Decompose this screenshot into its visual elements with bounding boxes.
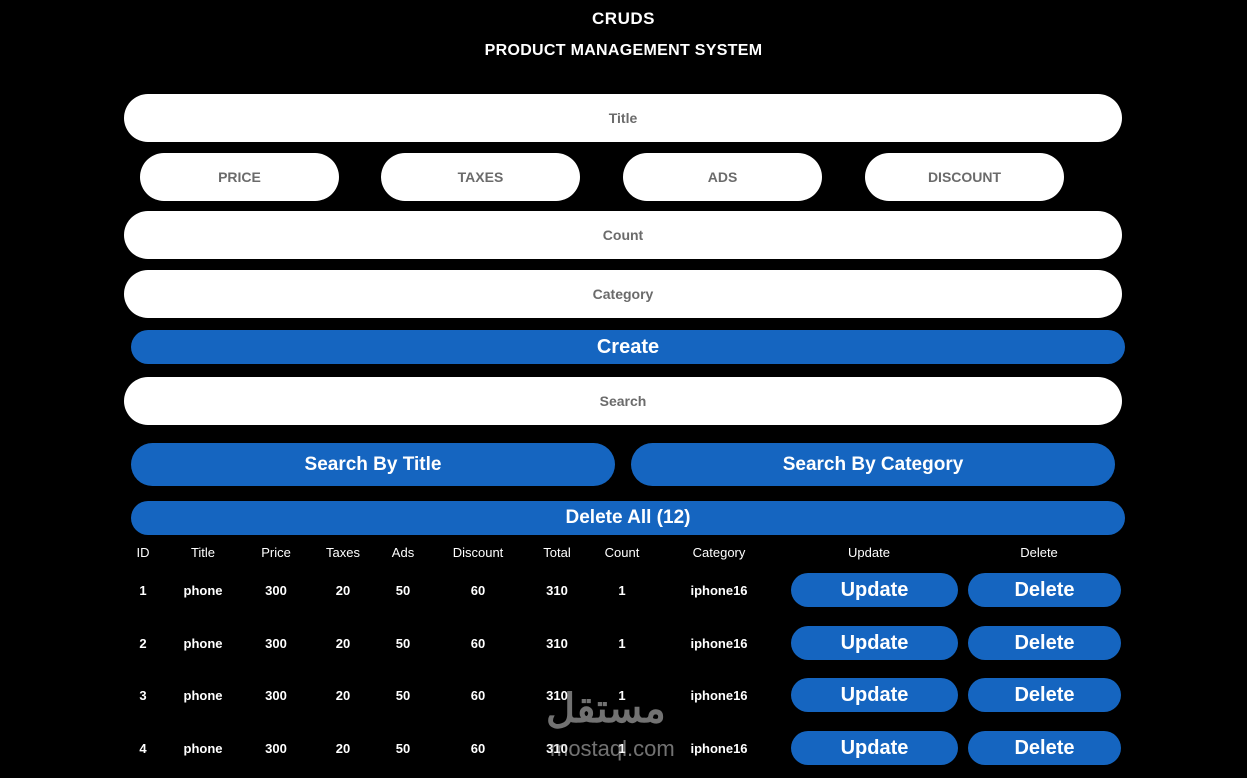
cell-ads: 50 [395,741,411,756]
cell-price: 300 [265,636,287,651]
price-input[interactable] [140,153,339,201]
cell-discount: 60 [470,636,486,651]
table-row: 4 phone 300 20 50 60 310 1 iphone16 Upda… [0,731,1247,767]
cell-category: iphone16 [690,688,748,703]
update-button[interactable]: Update [791,573,958,607]
delete-all-button[interactable]: Delete All (12) [131,501,1125,535]
cell-id: 4 [139,741,147,756]
ads-input[interactable] [623,153,822,201]
search-input[interactable] [124,377,1122,425]
cell-discount: 60 [470,583,486,598]
header-title: Title [190,545,216,560]
table-row: 2 phone 300 20 50 60 310 1 iphone16 Upda… [0,626,1247,662]
page: CRUDS PRODUCT MANAGEMENT SYSTEM Create S… [0,0,1247,778]
cell-taxes: 20 [335,636,351,651]
cell-id: 1 [139,583,147,598]
cell-title: phone [183,688,223,703]
delete-button[interactable]: Delete [968,626,1121,660]
cell-discount: 60 [470,741,486,756]
cell-total: 310 [546,741,568,756]
cell-category: iphone16 [690,741,748,756]
cell-taxes: 20 [335,583,351,598]
cell-ads: 50 [395,636,411,651]
cell-ads: 50 [395,688,411,703]
delete-button[interactable]: Delete [968,678,1121,712]
cell-id: 3 [139,688,147,703]
app-subtitle: PRODUCT MANAGEMENT SYSTEM [484,42,763,59]
cell-discount: 60 [470,688,486,703]
cell-count: 1 [618,583,626,598]
cell-count: 1 [618,688,626,703]
search-by-category-button[interactable]: Search By Category [631,443,1115,486]
delete-button[interactable]: Delete [968,573,1121,607]
header-count: Count [604,545,640,560]
cell-category: iphone16 [690,636,748,651]
cell-price: 300 [265,688,287,703]
cell-price: 300 [265,741,287,756]
header-update: Update [848,545,890,560]
cell-price: 300 [265,583,287,598]
header-total: Total [543,545,571,560]
update-button[interactable]: Update [791,731,958,765]
header-discount: Discount [452,545,504,560]
category-input[interactable] [124,270,1122,318]
header-price: Price [261,545,291,560]
cell-total: 310 [546,583,568,598]
title-input[interactable] [124,94,1122,142]
cell-ads: 50 [395,583,411,598]
search-by-title-button[interactable]: Search By Title [131,443,615,486]
cell-count: 1 [618,741,626,756]
update-button[interactable]: Update [791,626,958,660]
header-ads: Ads [391,545,415,560]
create-button[interactable]: Create [131,330,1125,364]
cell-count: 1 [618,636,626,651]
cell-category: iphone16 [690,583,748,598]
taxes-input[interactable] [381,153,580,201]
cell-id: 2 [139,636,147,651]
header-delete: Delete [1020,545,1058,560]
cell-title: phone [183,636,223,651]
header-id: ID [136,545,150,560]
table-header: ID Title Price Taxes Ads Discount Total … [0,545,1247,563]
header-category: Category [692,545,746,560]
delete-button[interactable]: Delete [968,731,1121,765]
cell-taxes: 20 [335,688,351,703]
header-taxes: Taxes [326,545,360,560]
cell-title: phone [183,583,223,598]
count-input[interactable] [124,211,1122,259]
table-row: 1 phone 300 20 50 60 310 1 iphone16 Upda… [0,573,1247,609]
discount-input[interactable] [865,153,1064,201]
table-row: 3 phone 300 20 50 60 310 1 iphone16 Upda… [0,678,1247,714]
cell-total: 310 [546,636,568,651]
app-title: CRUDS [592,9,655,28]
cell-title: phone [183,741,223,756]
cell-total: 310 [546,688,568,703]
update-button[interactable]: Update [791,678,958,712]
cell-taxes: 20 [335,741,351,756]
